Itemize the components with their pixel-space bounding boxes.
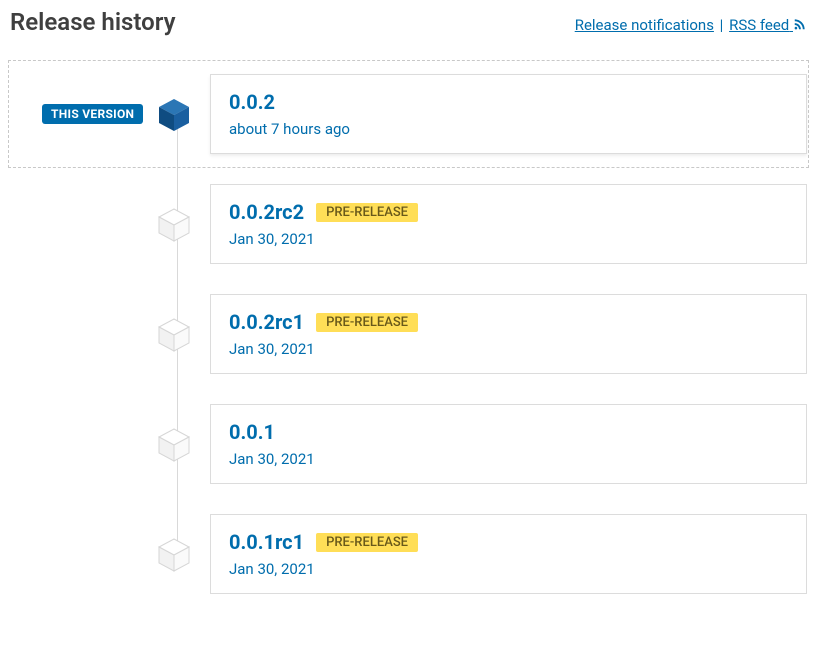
rss-feed-link[interactable]: RSS feed [729, 16, 807, 34]
package-cube-icon [156, 206, 192, 242]
release-date: Jan 30, 2021 [229, 560, 788, 578]
package-cube-icon [156, 536, 192, 572]
prerelease-badge: PRE-RELEASE [316, 203, 418, 222]
release-timeline: THIS VERSION 0.0.2 about 7 hours ago 0.0… [10, 74, 807, 594]
release-row[interactable]: THIS VERSION 0.0.2 about 7 hours ago [10, 74, 807, 154]
release-card[interactable]: 0.0.1rc1 PRE-RELEASE Jan 30, 2021 [210, 514, 807, 594]
link-separator: | [720, 16, 724, 34]
release-date: Jan 30, 2021 [229, 340, 788, 358]
release-gutter [10, 514, 210, 594]
prerelease-badge: PRE-RELEASE [316, 533, 418, 552]
release-row[interactable]: 0.0.1 Jan 30, 2021 [10, 404, 807, 484]
release-version: 0.0.2rc1 [229, 310, 304, 334]
release-date: Jan 30, 2021 [229, 450, 788, 468]
release-card[interactable]: 0.0.1 Jan 30, 2021 [210, 404, 807, 484]
release-card[interactable]: 0.0.2rc1 PRE-RELEASE Jan 30, 2021 [210, 294, 807, 374]
release-row[interactable]: 0.0.2rc2 PRE-RELEASE Jan 30, 2021 [10, 184, 807, 264]
release-gutter [10, 294, 210, 374]
release-notifications-link[interactable]: Release notifications [575, 16, 714, 34]
package-cube-icon [156, 316, 192, 352]
release-version: 0.0.1rc1 [229, 530, 304, 554]
package-cube-icon [156, 96, 192, 132]
release-date: Jan 30, 2021 [229, 230, 788, 248]
release-card[interactable]: 0.0.2rc2 PRE-RELEASE Jan 30, 2021 [210, 184, 807, 264]
package-cube-icon [156, 426, 192, 462]
release-card[interactable]: 0.0.2 about 7 hours ago [210, 74, 807, 154]
release-version: 0.0.1 [229, 420, 275, 444]
release-date: about 7 hours ago [229, 120, 788, 138]
release-version: 0.0.2rc2 [229, 200, 304, 224]
release-row[interactable]: 0.0.1rc1 PRE-RELEASE Jan 30, 2021 [10, 514, 807, 594]
rss-icon [793, 17, 807, 35]
release-version: 0.0.2 [229, 90, 275, 114]
page-title: Release history [10, 8, 176, 36]
header-links: Release notifications | RSS feed [575, 16, 807, 35]
release-gutter [10, 184, 210, 264]
release-row[interactable]: 0.0.2rc1 PRE-RELEASE Jan 30, 2021 [10, 294, 807, 374]
prerelease-badge: PRE-RELEASE [316, 313, 418, 332]
release-gutter [10, 404, 210, 484]
release-gutter: THIS VERSION [10, 74, 210, 154]
current-version-badge: THIS VERSION [42, 104, 143, 124]
